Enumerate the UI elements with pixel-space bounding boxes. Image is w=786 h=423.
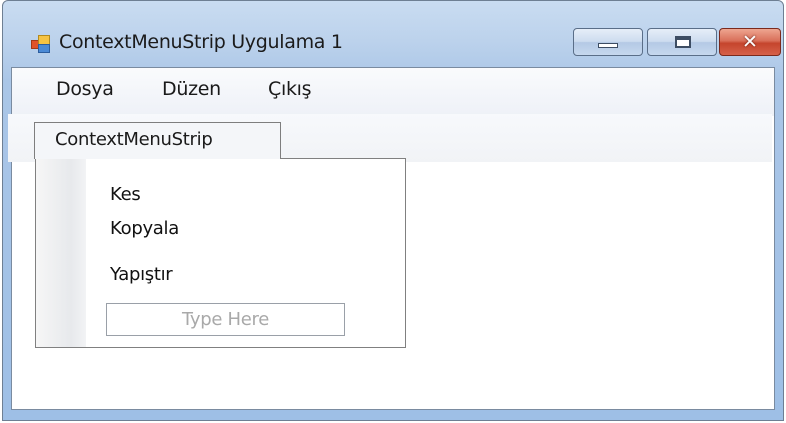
menu-item-cikis[interactable]: Çıkış	[268, 78, 312, 100]
context-menu-strip-tab[interactable]: ContextMenuStrip	[34, 122, 281, 159]
type-here-input[interactable]: Type Here	[106, 303, 345, 336]
context-menu-strip: Kes Kopyala Yapıştır Type Here	[35, 158, 406, 348]
context-menu-item-yapistir[interactable]: Yapıştır	[110, 264, 173, 285]
context-menu-item-kopyala[interactable]: Kopyala	[110, 218, 179, 239]
context-menu-image-margin	[36, 159, 86, 347]
minimize-icon	[598, 43, 618, 48]
maximize-button[interactable]	[647, 28, 717, 56]
window-title: ContextMenuStrip Uygulama 1	[59, 31, 343, 53]
menu-item-dosya[interactable]: Dosya	[56, 78, 114, 100]
close-button[interactable]: ✕	[719, 28, 781, 56]
context-menu-item-kes[interactable]: Kes	[110, 184, 141, 205]
title-bar[interactable]: ContextMenuStrip Uygulama 1 ✕	[3, 1, 783, 67]
maximize-icon	[675, 36, 691, 48]
app-icon	[31, 35, 50, 53]
context-menu-strip-tab-label: ContextMenuStrip	[55, 129, 213, 150]
minimize-button[interactable]	[573, 28, 643, 56]
menu-bar: Dosya Düzen Çıkış	[12, 68, 774, 116]
menu-item-duzen[interactable]: Düzen	[162, 78, 221, 100]
close-icon: ✕	[742, 31, 758, 53]
